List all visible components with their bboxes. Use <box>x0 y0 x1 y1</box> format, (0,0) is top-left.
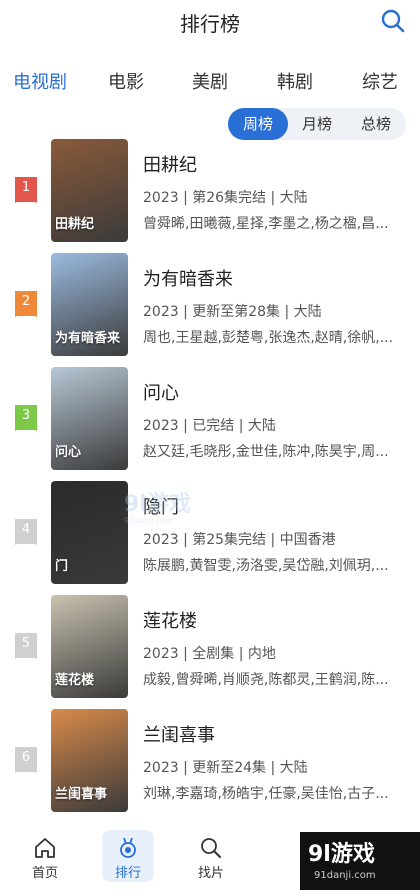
watermark-overlay-url: 91danji.com <box>124 516 174 525</box>
rank-badge: 5 <box>15 633 37 663</box>
poster-title: 兰闺喜事 <box>55 787 108 802</box>
show-meta: 2023 | 更新至第28集 | 大陆 <box>143 304 322 320</box>
rank-badge: 1 <box>15 177 37 207</box>
tab-us-drama[interactable]: 美剧 <box>192 68 228 94</box>
show-title[interactable]: 为有暗香来 <box>143 265 233 291</box>
search-icon <box>201 838 221 858</box>
nav-ranking-label: 排行 <box>114 866 141 881</box>
rank-badge: 4 <box>15 519 37 549</box>
list-item[interactable]: 2 为有暗香来 为有暗香来 2023 | 更新至第28集 | 大陆 周也,王星越… <box>0 251 420 365</box>
list-item[interactable]: 5 莲花楼 莲花楼 2023 | 全剧集 | 内地 成毅,曾舜晞,肖顺尧,陈都灵… <box>0 593 420 707</box>
list-item[interactable]: 3 问心 问心 2023 | 已完结 | 大陆 赵又廷,毛晓彤,金世佳,陈冲,陈… <box>0 365 420 479</box>
show-meta: 2023 | 第26集完结 | 大陆 <box>143 190 308 206</box>
show-cast: 赵又廷,毛晓彤,金世佳,陈冲,陈昊宇,周... <box>143 444 389 460</box>
category-tabs: 电视剧 电影 美剧 韩剧 综艺 <box>0 62 420 98</box>
show-title[interactable]: 问心 <box>143 379 179 405</box>
period-selector: 周榜 月榜 总榜 <box>228 108 406 140</box>
show-cast: 刘琳,李嘉琦,杨皓宇,任豪,吴佳怡,古子... <box>143 786 389 802</box>
show-cast: 陈展鹏,黄智雯,汤洛雯,吴岱融,刘佩玥,... <box>143 558 389 574</box>
poster-image[interactable]: 田耕纪 <box>51 139 128 242</box>
watermark-logo-text: 9l游戏 <box>308 842 375 867</box>
poster-title: 田耕纪 <box>55 217 95 232</box>
show-title[interactable]: 兰闺喜事 <box>143 721 215 747</box>
search-icon[interactable] <box>380 8 406 34</box>
poster-image[interactable]: 兰闺喜事 <box>51 709 128 812</box>
list-item[interactable]: 6 兰闺喜事 兰闺喜事 2023 | 更新至24集 | 大陆 刘琳,李嘉琦,杨皓… <box>0 707 420 821</box>
poster-image[interactable]: 问心 <box>51 367 128 470</box>
poster-title: 为有暗香来 <box>55 331 121 346</box>
show-cast: 成毅,曾舜晞,肖顺尧,陈都灵,王鹤润,陈... <box>143 672 389 688</box>
tab-weekly[interactable]: 周榜 <box>228 108 288 140</box>
poster-image[interactable]: 门 <box>51 481 128 584</box>
watermark-overlay-text: 9l游戏 <box>124 492 191 517</box>
tab-variety[interactable]: 综艺 <box>362 68 398 94</box>
watermark-overlay: 9l游戏 91danji.com <box>124 486 214 526</box>
show-title[interactable]: 田耕纪 <box>143 151 197 177</box>
rank-badge: 2 <box>15 291 37 321</box>
show-cast: 曾舜晞,田曦薇,星择,李墨之,杨之楹,昌... <box>143 216 389 232</box>
page-title: 排行榜 <box>180 12 240 36</box>
medal-icon <box>120 837 136 858</box>
nav-find[interactable]: 找片 <box>185 830 237 882</box>
show-title[interactable]: 莲花楼 <box>143 607 197 633</box>
tab-monthly[interactable]: 月榜 <box>287 108 347 140</box>
nav-ranking[interactable]: 排行 <box>102 830 154 882</box>
show-meta: 2023 | 第25集完结 | 中国香港 <box>143 532 336 548</box>
show-meta: 2023 | 全剧集 | 内地 <box>143 646 276 662</box>
nav-home-label: 首页 <box>31 866 58 881</box>
poster-image[interactable]: 莲花楼 <box>51 595 128 698</box>
tab-movies[interactable]: 电影 <box>108 68 144 94</box>
poster-title: 门 <box>55 559 69 574</box>
tab-all-time[interactable]: 总榜 <box>346 108 406 140</box>
watermark-logo-url: 91danji.com <box>314 870 376 881</box>
poster-image[interactable]: 为有暗香来 <box>51 253 128 356</box>
rank-badge: 3 <box>15 405 37 435</box>
rank-badge: 6 <box>15 747 37 777</box>
nav-find-label: 找片 <box>197 866 224 881</box>
tab-k-drama[interactable]: 韩剧 <box>277 68 313 94</box>
list-item[interactable]: 1 田耕纪 田耕纪 2023 | 第26集完结 | 大陆 曾舜晞,田曦薇,星择,… <box>0 137 420 251</box>
home-icon <box>35 838 55 858</box>
poster-title: 莲花楼 <box>55 673 95 688</box>
header: 排行榜 <box>0 0 420 44</box>
nav-home[interactable]: 首页 <box>19 830 71 882</box>
watermark-logo: 9l游戏 91danji.com <box>300 832 420 890</box>
show-cast: 周也,王星越,彭楚粤,张逸杰,赵晴,徐帆,... <box>143 330 394 346</box>
show-meta: 2023 | 已完结 | 大陆 <box>143 418 276 434</box>
tab-tv-series[interactable]: 电视剧 <box>13 68 67 94</box>
show-meta: 2023 | 更新至24集 | 大陆 <box>143 760 308 776</box>
poster-title: 问心 <box>55 445 82 460</box>
